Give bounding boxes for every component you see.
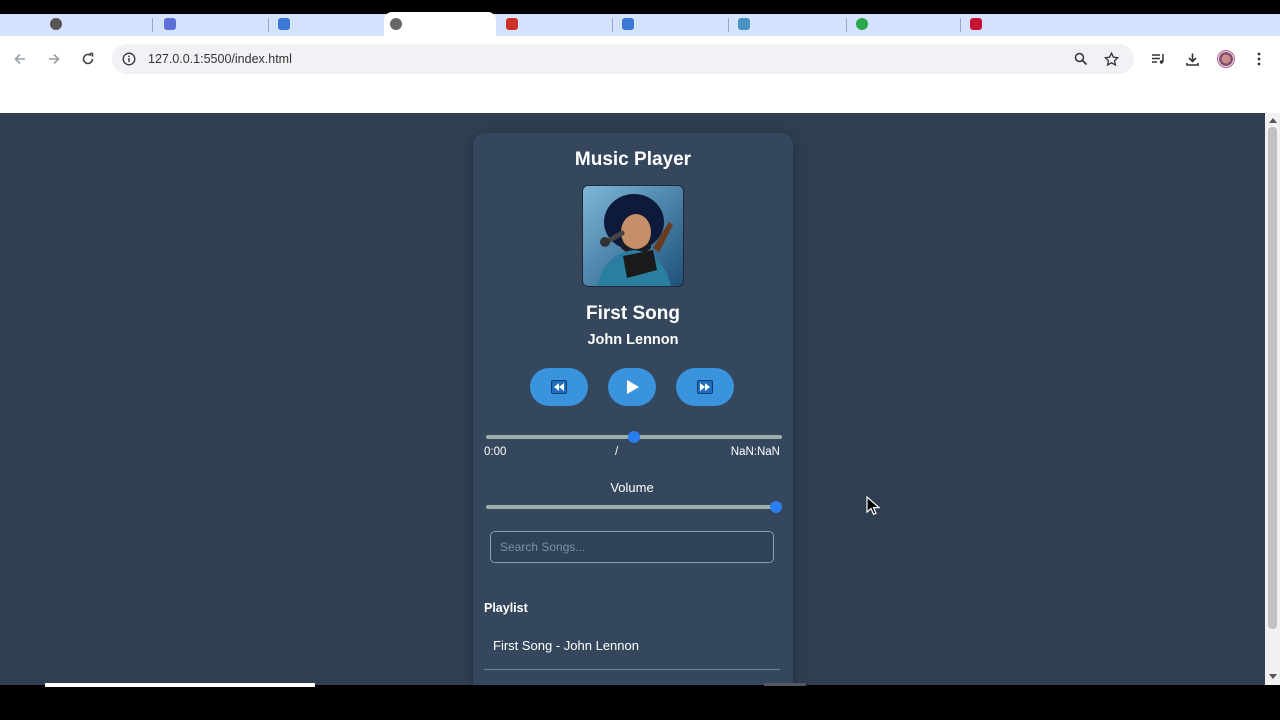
current-time: 0:00 [484, 446, 507, 458]
tab-separator [612, 18, 613, 32]
scroll-down-icon[interactable] [1269, 674, 1277, 679]
progress-thumb[interactable] [628, 431, 640, 443]
horizontal-scroll-thumb[interactable] [764, 683, 806, 686]
vertical-scrollbar[interactable] [1265, 113, 1280, 685]
browser-menu-button[interactable] [1248, 48, 1270, 70]
double-left-arrow-icon [554, 383, 564, 391]
tab-favicon-icon [970, 18, 982, 30]
music-player-card: Music Player First Song John Lennon 0:00… [473, 133, 793, 685]
forward-button[interactable] [42, 47, 66, 71]
tab-separator [728, 18, 729, 32]
singer-photo-icon [583, 186, 683, 286]
tab-favicon-icon [390, 18, 402, 30]
zoom-icon[interactable] [1072, 50, 1090, 68]
info-circle-icon [122, 52, 136, 66]
magnifier-icon [1074, 52, 1088, 66]
profile-button[interactable] [1215, 48, 1237, 70]
player-title: Music Player [574, 149, 692, 170]
browser-tab[interactable] [500, 12, 610, 36]
scrollbar-thumb[interactable] [1268, 127, 1277, 629]
browser-toolbar: 127.0.0.1:5500/index.html [0, 36, 1280, 82]
song-artist: John Lennon [587, 332, 679, 348]
duration-time: NaN:NaN [730, 446, 780, 458]
browser-tab-strip [0, 0, 1280, 36]
queue-music-icon [1151, 54, 1164, 64]
browser-tab[interactable] [850, 12, 960, 36]
volume-track[interactable] [486, 505, 782, 509]
reload-button[interactable] [76, 47, 100, 71]
volume-label: Volume [610, 480, 654, 495]
browser-tab[interactable] [732, 12, 842, 36]
rewind-icon [551, 380, 567, 394]
play-button[interactable] [608, 368, 656, 406]
back-button[interactable] [8, 47, 32, 71]
playlist-item[interactable]: First Song - John Lennon [484, 638, 780, 670]
tab-favicon-icon [738, 18, 750, 30]
address-url[interactable]: 127.0.0.1:5500/index.html [148, 52, 292, 66]
tab-favicon-icon [50, 18, 62, 30]
play-icon [626, 380, 639, 394]
browser-tab[interactable] [616, 12, 726, 36]
tab-favicon-icon [506, 18, 518, 30]
browser-tab[interactable] [158, 12, 268, 36]
site-info-icon[interactable] [120, 50, 138, 68]
profile-avatar-icon [1217, 50, 1235, 68]
tab-separator [268, 18, 269, 32]
browser-tab[interactable] [44, 12, 154, 36]
back-arrow-icon [14, 53, 25, 65]
reload-icon [82, 52, 94, 65]
bottom-bar [0, 685, 1280, 720]
volume-thumb[interactable] [770, 501, 782, 513]
fast-forward-icon [697, 380, 713, 394]
album-cover-image [582, 185, 684, 287]
double-right-arrow-icon [700, 383, 710, 391]
tab-favicon-icon [856, 18, 868, 30]
time-separator: / [615, 446, 619, 458]
download-icon [1185, 53, 1199, 66]
mouse-cursor-icon [866, 495, 881, 521]
previous-button[interactable] [530, 368, 588, 406]
page-viewport: Music Player First Song John Lennon 0:00… [0, 113, 1265, 685]
playlist-title: Playlist [484, 601, 528, 615]
tab-favicon-icon [278, 18, 290, 30]
media-control-icon[interactable] [1147, 48, 1169, 70]
address-bar[interactable]: 127.0.0.1:5500/index.html [112, 44, 1134, 74]
downloads-button[interactable] [1181, 48, 1203, 70]
tab-separator [152, 18, 153, 32]
tab-separator [960, 18, 961, 32]
tab-favicon-icon [164, 18, 176, 30]
search-input[interactable] [490, 531, 774, 563]
browser-tab[interactable] [272, 12, 382, 36]
tab-separator [846, 18, 847, 32]
video-progress-bar [45, 683, 315, 687]
next-button[interactable] [676, 368, 734, 406]
forward-arrow-icon [49, 53, 60, 65]
tab-favicon-icon [622, 18, 634, 30]
bookmark-star-icon[interactable] [1102, 50, 1120, 68]
browser-tab-active[interactable] [384, 12, 496, 36]
star-icon [1103, 51, 1119, 66]
kebab-menu-icon [1257, 52, 1261, 66]
browser-tab[interactable] [964, 12, 1074, 36]
song-title: First Song [586, 303, 680, 324]
bookmark-bar [0, 82, 1280, 113]
scroll-up-icon[interactable] [1269, 118, 1277, 123]
